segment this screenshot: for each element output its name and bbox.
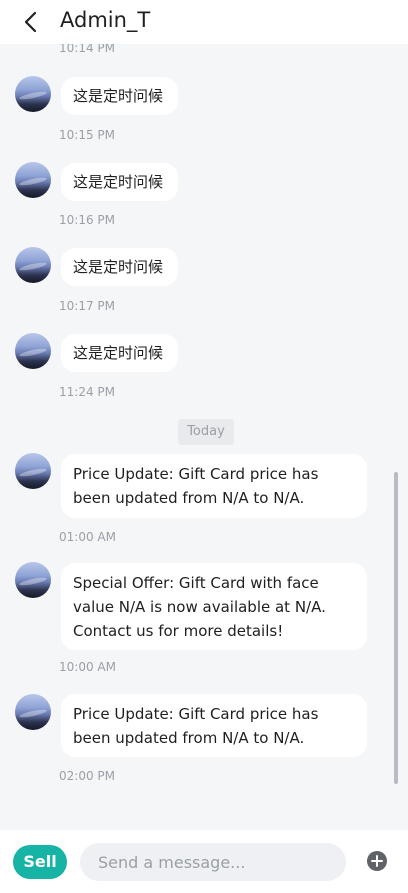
message-input[interactable] (80, 843, 346, 881)
sell-button[interactable]: Sell (13, 845, 67, 879)
message-timestamp: 10:14 PM (59, 44, 115, 55)
scrollbar[interactable] (394, 472, 398, 784)
sender-avatar[interactable] (15, 247, 51, 283)
sender-avatar[interactable] (15, 453, 51, 489)
back-button[interactable] (18, 8, 46, 36)
message-bubble: 这是定时问候 (61, 334, 178, 372)
sender-avatar[interactable] (15, 333, 51, 369)
sender-avatar[interactable] (15, 562, 51, 598)
sender-avatar[interactable] (15, 76, 51, 112)
message-timestamp: 10:16 PM (59, 213, 115, 227)
message-timestamp: 02:00 PM (59, 769, 115, 783)
message-bubble: Price Update: Gift Card price has been u… (61, 454, 367, 518)
message-timestamp: 01:00 AM (59, 530, 116, 544)
chevron-left-icon (24, 11, 37, 33)
message-timestamp: 11:24 PM (59, 385, 115, 399)
chat-header: Admin_T (0, 0, 408, 44)
message-bubble: 这是定时问候 (61, 163, 178, 201)
add-attachment-button[interactable] (366, 850, 388, 872)
chat-title: Admin_T (60, 8, 151, 32)
plus-circle-icon (367, 851, 387, 871)
date-divider: Today (178, 419, 234, 445)
message-bubble: Special Offer: Gift Card with face value… (61, 563, 367, 650)
message-bubble: Price Update: Gift Card price has been u… (61, 694, 367, 757)
message-list[interactable]: 10:14 PM 这是定时问候 10:15 PM 这是定时问候 10:16 PM… (0, 44, 408, 830)
message-bubble: 这是定时问候 (61, 77, 178, 115)
message-timestamp: 10:00 AM (59, 660, 116, 674)
sender-avatar[interactable] (15, 162, 51, 198)
message-timestamp: 10:15 PM (59, 128, 115, 142)
composer-bar: Sell (0, 830, 408, 893)
sender-avatar[interactable] (15, 694, 51, 730)
message-timestamp: 10:17 PM (59, 299, 115, 313)
message-bubble: 这是定时问候 (61, 248, 178, 286)
